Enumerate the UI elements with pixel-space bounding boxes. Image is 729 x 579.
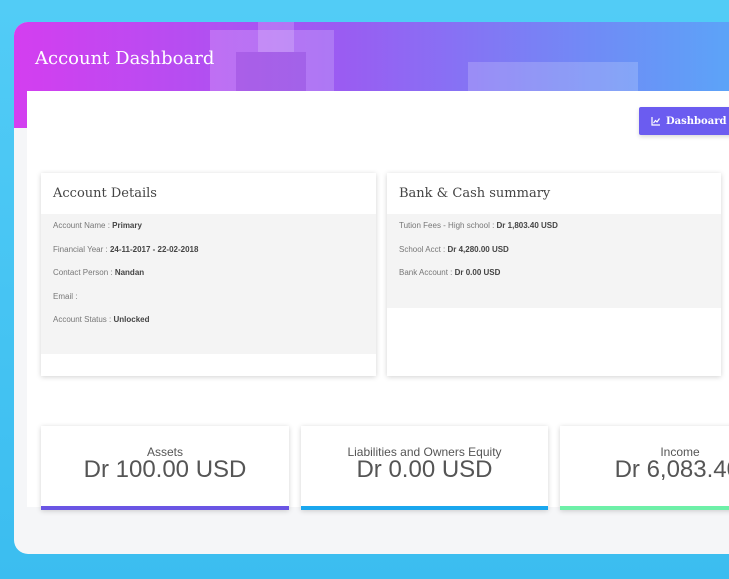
contact-person-row: Contact Person : Nandan [53,268,145,277]
device-frame: Account Dashboard Dashboard Account Deta… [0,0,729,579]
bank-cash-summary-card: Bank & Cash summary Tution Fees - High s… [387,173,721,376]
line-chart-icon [651,117,660,126]
card-body: Tution Fees - High school : Dr 1,803.40 … [387,214,721,308]
stat-value: Dr 100.00 USD [83,456,247,483]
card-title: Bank & Cash summary [399,186,551,201]
account-status-row: Account Status : Unlocked [53,315,150,324]
main-content: Dashboard Account Details Account Name :… [27,91,729,510]
account-name-row: Account Name : Primary [53,221,142,230]
app-window: Account Dashboard Dashboard Account Deta… [14,22,729,554]
header-decoration [258,22,294,52]
stat-value: Dr 6,083.40 [614,456,729,483]
stat-value: Dr 0.00 USD [356,456,493,483]
income-stat-card: Income Dr 6,083.40 [560,426,729,510]
stat-accent-bar [41,506,289,510]
account-details-card: Account Details Account Name : Primary F… [41,173,376,376]
dashboard-button-label: Dashboard [666,115,727,127]
page-title: Account Dashboard [35,48,215,69]
dashboard-button[interactable]: Dashboard [639,107,729,135]
bank-row: Tution Fees - High school : Dr 1,803.40 … [399,221,558,230]
bank-row: School Acct : Dr 4,280.00 USD [399,244,509,254]
assets-stat-card: Assets Dr 100.00 USD [41,426,289,510]
stat-accent-bar [560,506,729,510]
card-body: Account Name : Primary Financial Year : … [41,214,376,354]
liabilities-stat-card: Liabilities and Owners Equity Dr 0.00 US… [301,426,548,510]
financial-year-row: Financial Year : 24-11-2017 - 22-02-2018 [53,244,199,254]
stat-accent-bar [301,506,548,510]
email-row: Email : [53,291,78,301]
card-title: Account Details [53,186,157,201]
bank-row: Bank Account : Dr 0.00 USD [399,268,501,277]
